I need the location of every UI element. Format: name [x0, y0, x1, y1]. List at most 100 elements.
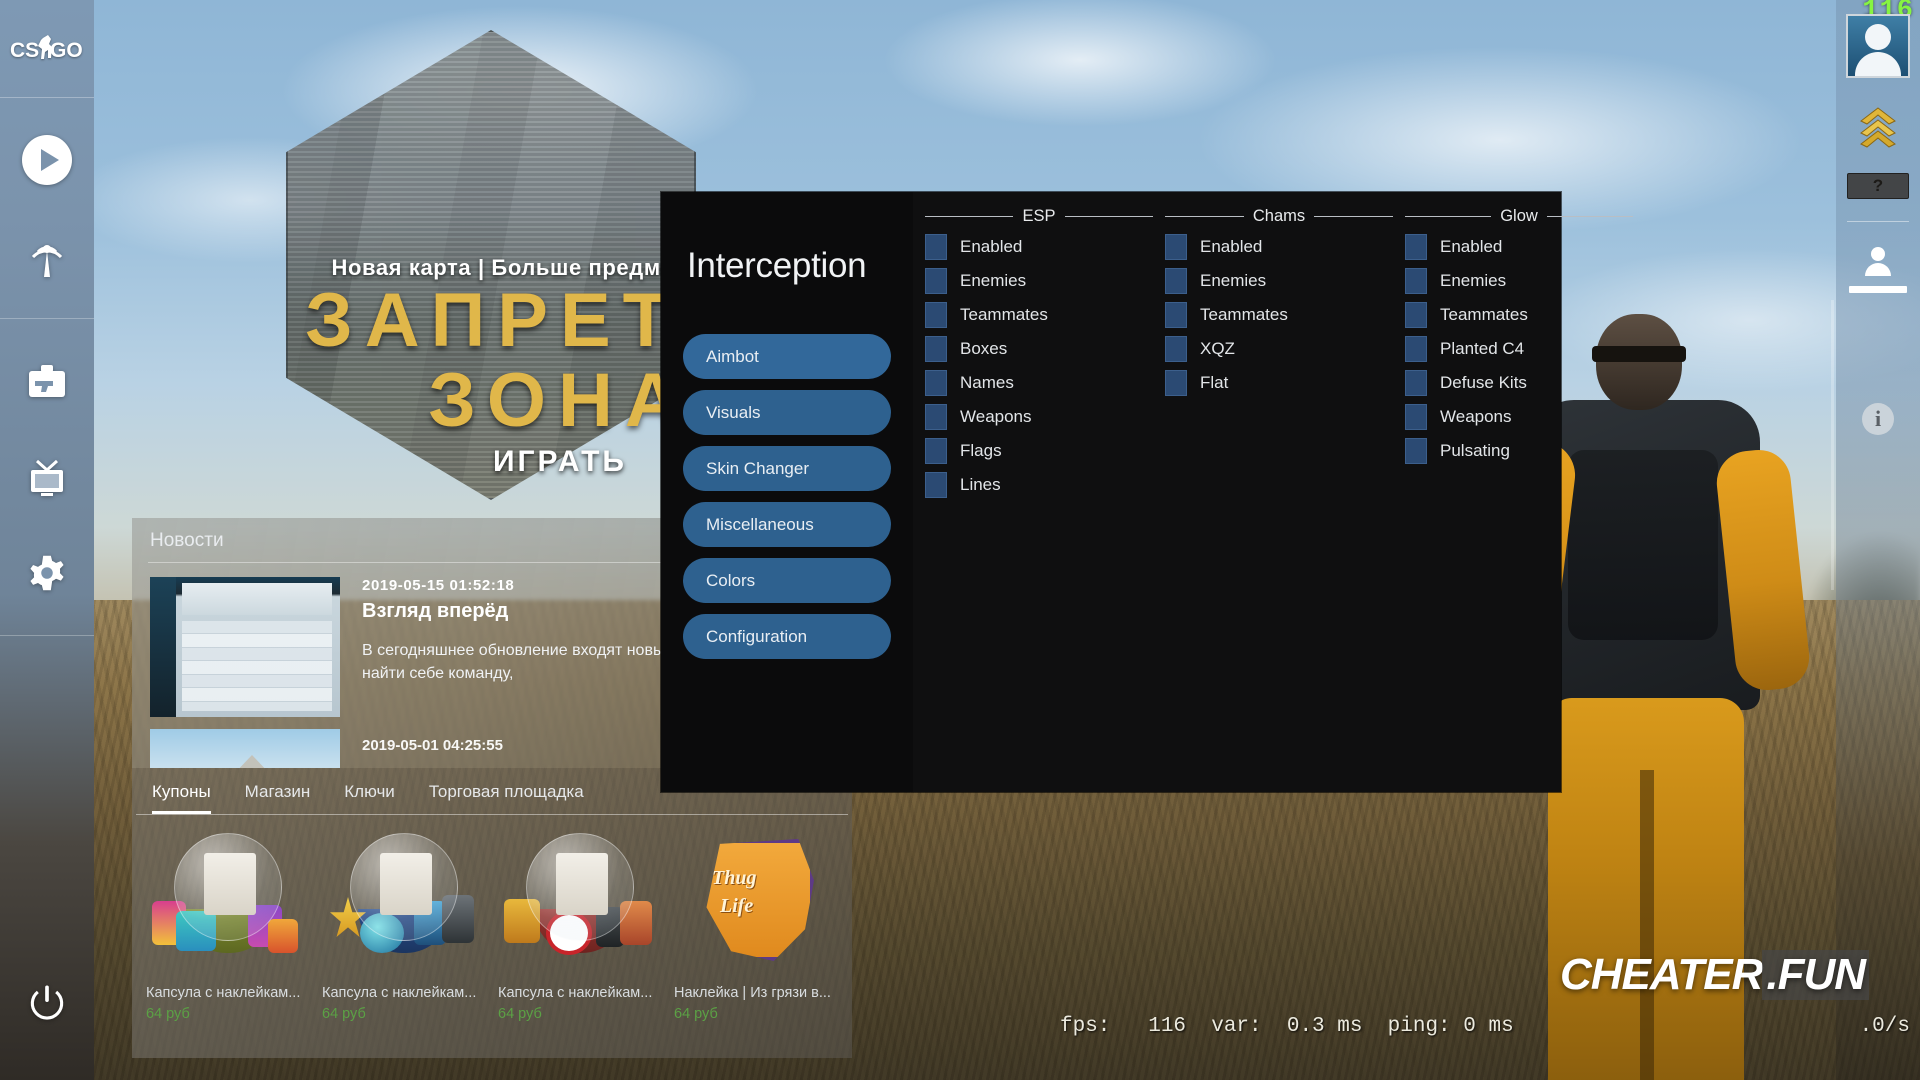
store-item-grid: Капсула с наклейкам... 64 руб Капсула с … [132, 815, 852, 1022]
csgo-left-navigation: CS GO [0, 0, 94, 1080]
checkbox-label: Weapons [1440, 407, 1512, 426]
checkbox-chams-xqz[interactable]: XQZ [1159, 332, 1399, 366]
checkbox-esp-boxes[interactable]: Boxes [919, 332, 1159, 366]
sidebar-item-power[interactable] [25, 954, 69, 1050]
checkbox-chams-enabled[interactable]: Enabled [1159, 230, 1399, 264]
store-item[interactable]: Капсула с наклейкам... 64 руб [140, 827, 316, 1022]
checkbox-box[interactable] [1165, 336, 1187, 362]
checkbox-box[interactable] [1405, 268, 1427, 294]
checkbox-esp-weapons[interactable]: Weapons [919, 400, 1159, 434]
cheat-menu-sidebar: Interception Aimbot Visuals Skin Changer… [661, 192, 913, 792]
checkbox-esp-lines[interactable]: Lines [919, 468, 1159, 502]
column-title: Chams [1252, 206, 1306, 225]
checkbox-box[interactable] [925, 404, 947, 430]
checkbox-box[interactable] [1405, 438, 1427, 464]
checkbox-box[interactable] [925, 438, 947, 464]
checkbox-box[interactable] [1405, 234, 1427, 260]
watermark-part-2: .FUN [1762, 950, 1870, 1000]
checkbox-esp-teammates[interactable]: Teammates [919, 298, 1159, 332]
checkbox-esp-enabled[interactable]: Enabled [919, 230, 1159, 264]
status-badge[interactable]: ? [1847, 173, 1909, 199]
checkbox-label: Boxes [960, 339, 1008, 358]
checkbox-box[interactable] [1405, 302, 1427, 328]
checkbox-esp-enemies[interactable]: Enemies [919, 264, 1159, 298]
sidebar-item-tv[interactable] [0, 429, 94, 525]
checkbox-box[interactable] [925, 302, 947, 328]
sidebar-item-play[interactable] [0, 112, 94, 208]
checkbox-glow-pulsating[interactable]: Pulsating [1399, 434, 1639, 468]
right-scrollbar[interactable] [1831, 300, 1834, 590]
column-title: ESP [1022, 206, 1056, 225]
cheat-menu-content: ESP Enabled Enemies Teammates Boxes Name… [913, 192, 1653, 792]
checkbox-glow-defuse-kits[interactable]: Defuse Kits [1399, 366, 1639, 400]
column-header: Glow [1399, 202, 1639, 230]
csgo-logo: CS GO [0, 0, 94, 98]
cheat-tab-miscellaneous[interactable]: Miscellaneous [683, 502, 891, 547]
right-nav-divider [1847, 221, 1909, 222]
tab-marketplace[interactable]: Торговая площадка [429, 782, 584, 814]
play-icon [22, 135, 72, 185]
thug-text-2: Life [720, 895, 754, 917]
checkbox-label: Planted C4 [1440, 339, 1525, 358]
store-item[interactable]: Капсула с наклейкам... 64 руб [316, 827, 492, 1022]
checkbox-box[interactable] [925, 370, 947, 396]
checkbox-box[interactable] [925, 234, 947, 260]
checkbox-box[interactable] [925, 268, 947, 294]
checkbox-label: Enabled [1440, 237, 1503, 256]
checkbox-chams-teammates[interactable]: Teammates [1159, 298, 1399, 332]
cheat-menu-title: Interception [687, 246, 867, 285]
cheat-tab-skin-changer[interactable]: Skin Changer [683, 446, 891, 491]
checkbox-box[interactable] [1405, 336, 1427, 362]
cheat-tab-aimbot[interactable]: Aimbot [683, 334, 891, 379]
tab-keys[interactable]: Ключи [344, 782, 395, 814]
checkbox-box[interactable] [1405, 404, 1427, 430]
store-item[interactable]: Thug Life Наклейка | Из грязи в... 64 ру… [668, 827, 844, 1022]
checkbox-esp-names[interactable]: Names [919, 366, 1159, 400]
cheat-menu-window: Interception Aimbot Visuals Skin Changer… [661, 192, 1633, 792]
watermark-part-1: CHEATER [1560, 950, 1763, 999]
store-item[interactable]: Капсула с наклейкам... 64 руб [492, 827, 668, 1022]
rank-badge [1855, 104, 1901, 155]
avatar[interactable] [1846, 14, 1910, 78]
checkbox-box[interactable] [925, 472, 947, 498]
info-icon[interactable]: i [1862, 403, 1894, 435]
checkbox-glow-enemies[interactable]: Enemies [1399, 264, 1639, 298]
checkbox-box[interactable] [1165, 234, 1187, 260]
checkbox-box[interactable] [1405, 370, 1427, 396]
cheat-tab-visuals[interactable]: Visuals [683, 390, 891, 435]
net-rate-in: .0/s [1859, 1014, 1910, 1038]
tab-coupons[interactable]: Купоны [152, 782, 211, 814]
store-item-price: 64 руб [146, 1006, 190, 1022]
store-item-price: 64 руб [322, 1006, 366, 1022]
sidebar-item-settings[interactable] [0, 525, 94, 621]
cheat-tab-colors[interactable]: Colors [683, 558, 891, 603]
checkbox-box[interactable] [1165, 268, 1187, 294]
gear-icon [30, 555, 64, 591]
friends-item[interactable] [1849, 244, 1907, 293]
checkbox-glow-enabled[interactable]: Enabled [1399, 230, 1639, 264]
thug-life-sticker-icon: Thug Life [676, 827, 836, 977]
checkbox-glow-planted-c4[interactable]: Planted C4 [1399, 332, 1639, 366]
checkbox-box[interactable] [1165, 370, 1187, 396]
checkbox-label: Defuse Kits [1440, 373, 1527, 392]
checkbox-glow-teammates[interactable]: Teammates [1399, 298, 1639, 332]
checkbox-chams-flat[interactable]: Flat [1159, 366, 1399, 400]
checkbox-box[interactable] [1165, 302, 1187, 328]
sidebar-item-inventory[interactable] [0, 333, 94, 429]
sticker-capsule-graffiti-icon [148, 827, 308, 977]
cheat-tab-configuration[interactable]: Configuration [683, 614, 891, 659]
nav-group-play [0, 98, 94, 319]
checkbox-box[interactable] [925, 336, 947, 362]
nav-group-items [0, 319, 94, 636]
store-item-price: 64 руб [498, 1006, 542, 1022]
checkbox-label: Enabled [1200, 237, 1263, 256]
checkbox-glow-weapons[interactable]: Weapons [1399, 400, 1639, 434]
store-item-name: Капсула с наклейкам... [146, 985, 301, 1001]
sidebar-item-watch[interactable] [0, 208, 94, 304]
checkbox-chams-enemies[interactable]: Enemies [1159, 264, 1399, 298]
store-item-price: 64 руб [674, 1006, 718, 1022]
checkbox-label: Enemies [1440, 271, 1507, 290]
checkbox-esp-flags[interactable]: Flags [919, 434, 1159, 468]
tab-shop[interactable]: Магазин [245, 782, 311, 814]
news-thumbnail-2 [150, 729, 340, 768]
